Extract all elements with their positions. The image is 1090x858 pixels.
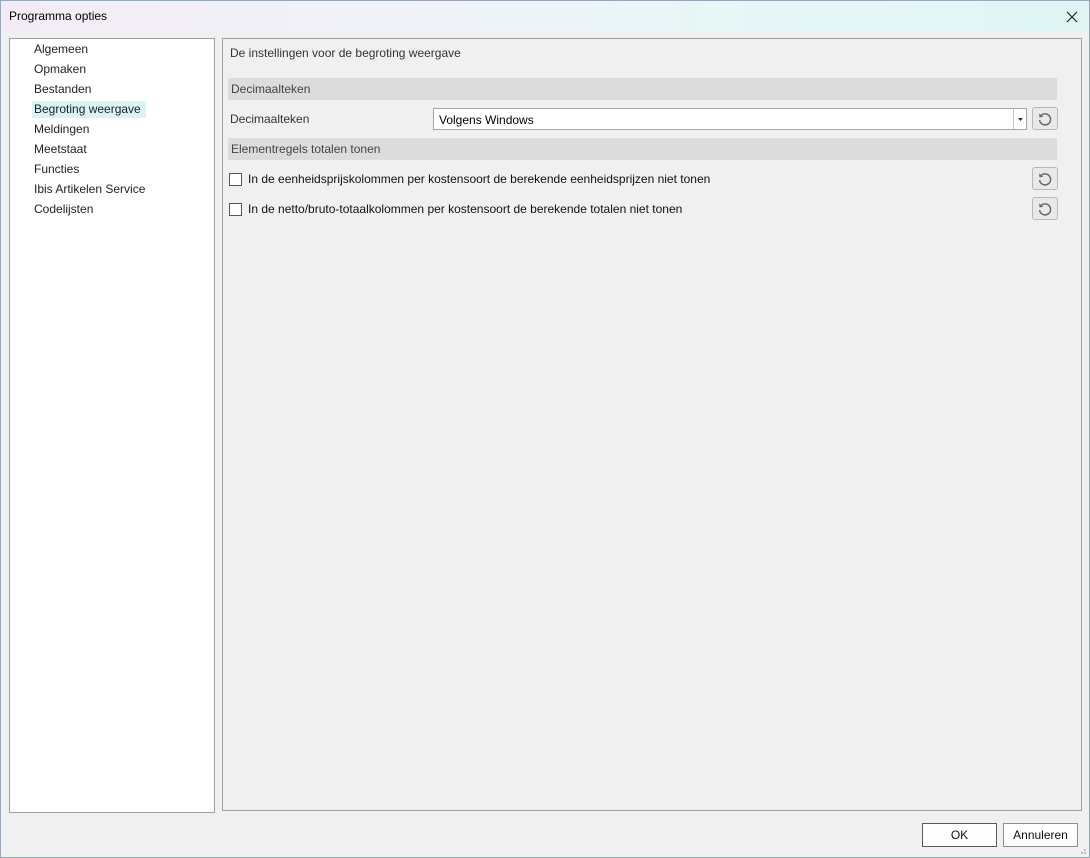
ok-button[interactable]: OK bbox=[922, 823, 997, 847]
hide-unit-prices-label: In de eenheidsprijskolommen per kostenso… bbox=[248, 172, 711, 186]
decimal-select-value: Volgens Windows bbox=[439, 113, 534, 127]
reset-unit-prices-button[interactable] bbox=[1032, 167, 1058, 190]
settings-panel: De instellingen voor de begroting weerga… bbox=[222, 38, 1082, 811]
options-category-list: Algemeen Opmaken Bestanden Begroting wee… bbox=[9, 38, 215, 813]
options-dialog: Programma opties Algemeen Opmaken Bestan… bbox=[0, 0, 1090, 858]
reset-icon bbox=[1038, 112, 1052, 126]
reset-icon bbox=[1038, 202, 1052, 216]
decimal-field-label: Decimaalteken bbox=[230, 112, 310, 126]
title-bar: Programma opties bbox=[1, 1, 1089, 32]
close-button[interactable] bbox=[1055, 1, 1089, 32]
hide-unit-prices-checkbox[interactable] bbox=[229, 173, 242, 186]
sidebar-item-ibis-artikelen-service[interactable]: Ibis Artikelen Service bbox=[32, 181, 147, 198]
sidebar-item-opmaken[interactable]: Opmaken bbox=[32, 61, 88, 78]
sidebar-item-meldingen[interactable]: Meldingen bbox=[32, 121, 91, 138]
chevron-down-icon bbox=[1017, 117, 1023, 121]
sidebar-item-codelijsten[interactable]: Codelijsten bbox=[32, 201, 95, 218]
section-header-decimaalteken: Decimaalteken bbox=[228, 78, 1057, 100]
reset-icon bbox=[1038, 172, 1052, 186]
dropdown-arrow[interactable] bbox=[1013, 109, 1026, 129]
sidebar-item-algemeen[interactable]: Algemeen bbox=[32, 41, 90, 58]
window-title: Programma opties bbox=[9, 9, 108, 23]
sidebar-item-begroting-weergave[interactable]: Begroting weergave bbox=[32, 101, 146, 118]
sidebar-item-functies[interactable]: Functies bbox=[32, 161, 81, 178]
close-icon bbox=[1066, 11, 1078, 22]
resize-grip-icon[interactable] bbox=[1077, 845, 1087, 855]
panel-description: De instellingen voor de begroting weerga… bbox=[230, 46, 461, 60]
reset-totals-button[interactable] bbox=[1032, 197, 1058, 220]
cancel-button[interactable]: Annuleren bbox=[1003, 823, 1078, 847]
sidebar-item-meetstaat[interactable]: Meetstaat bbox=[32, 141, 89, 158]
section-header-elementregels: Elementregels totalen tonen bbox=[228, 138, 1057, 160]
sidebar-item-bestanden[interactable]: Bestanden bbox=[32, 81, 93, 98]
hide-totals-label: In de netto/bruto-totaalkolommen per kos… bbox=[248, 202, 683, 216]
reset-decimal-button[interactable] bbox=[1032, 107, 1058, 130]
decimal-separator-select[interactable]: Volgens Windows bbox=[433, 108, 1027, 130]
hide-totals-checkbox[interactable] bbox=[229, 203, 242, 216]
